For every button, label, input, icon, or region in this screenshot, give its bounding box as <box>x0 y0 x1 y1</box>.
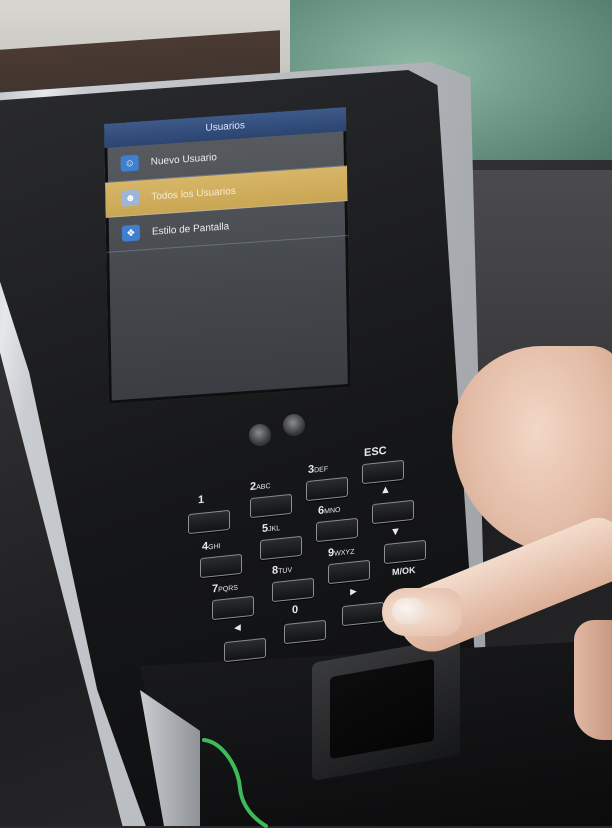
key-label: ◄ <box>232 621 243 635</box>
key-label: 1 <box>198 493 205 507</box>
key-label: 4GHI <box>202 540 221 553</box>
hand-lower-fingers <box>574 620 612 740</box>
device-screen: Usuarios ☺ Nuevo Usuario ☻ Todos los Usu… <box>104 107 351 404</box>
key-label: 2ABC <box>250 480 271 494</box>
key-label: 8TUV <box>272 564 293 578</box>
add-user-icon: ☺ <box>120 154 139 172</box>
photo-scene: Usuarios ☺ Nuevo Usuario ☻ Todos los Usu… <box>0 0 612 828</box>
key-label: ESC <box>364 444 387 460</box>
key-label: ▼ <box>390 525 401 539</box>
menu-item-label: Todos los Usuarios <box>151 185 236 203</box>
light-sensor <box>283 414 305 436</box>
camera-sensor <box>249 424 271 446</box>
status-led-strip <box>202 738 268 828</box>
key-label: 3DEF <box>308 463 329 477</box>
user-list-icon: ☻ <box>121 189 140 207</box>
key-label: ▲ <box>380 483 391 497</box>
key-label: ► <box>348 585 359 599</box>
key-label: 6MNO <box>318 504 341 518</box>
display-style-icon: ❖ <box>121 224 141 242</box>
fingernail <box>392 598 426 624</box>
key-label: 5JKL <box>262 522 281 535</box>
menu-item-label: Estilo de Pantalla <box>151 220 230 238</box>
key-label: 0 <box>292 603 299 617</box>
menu-item-label: Nuevo Usuario <box>150 151 217 168</box>
